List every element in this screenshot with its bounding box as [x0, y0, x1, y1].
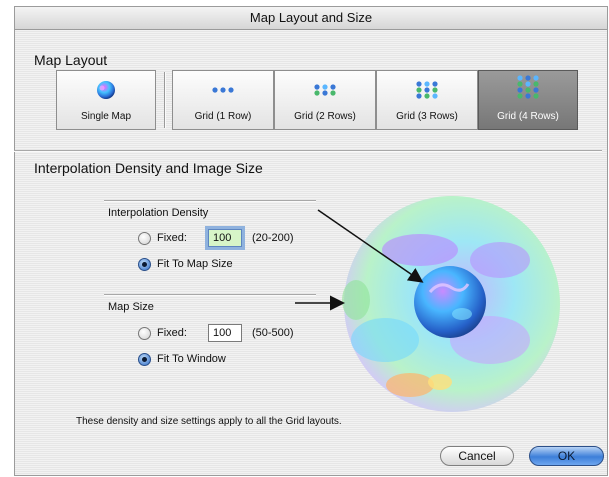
cancel-button[interactable]: Cancel [440, 446, 514, 466]
density-fixed-label: Fixed: [157, 232, 187, 244]
map-layout-title: Map Layout [34, 52, 108, 68]
window-title: Map Layout and Size [15, 7, 607, 30]
grid-4-rows-button[interactable]: Grid (4 Rows) [478, 70, 578, 130]
density-fixed-radio[interactable] [138, 232, 151, 245]
size-range-label: (50-500) [252, 327, 294, 339]
small-map-sphere [414, 266, 486, 338]
grid-2-rows-button[interactable]: Grid (2 Rows) [274, 70, 376, 130]
layout-divider [164, 72, 166, 128]
section-separator [14, 150, 602, 152]
size-fixed-radio[interactable] [138, 327, 151, 340]
grid-1-row-label: Grid (1 Row) [194, 111, 252, 122]
grid-1-row-icon [173, 79, 273, 101]
ok-button[interactable]: OK [529, 446, 604, 466]
grid-3-rows-button[interactable]: Grid (3 Rows) [376, 70, 478, 130]
size-fixed-input[interactable] [208, 324, 242, 342]
map-size-title: Map Size [108, 301, 154, 313]
density-fit-radio[interactable] [138, 258, 151, 271]
map-preview-illustration [295, 196, 560, 412]
grid-2-rows-icon [275, 79, 375, 101]
grid-3-rows-label: Grid (3 Rows) [396, 111, 458, 122]
single-map-icon [57, 79, 155, 101]
footer-note: These density and size settings apply to… [76, 416, 342, 427]
density-fixed-input[interactable] [208, 229, 242, 247]
interpolation-section-title: Interpolation Density and Image Size [34, 160, 263, 176]
grid-2-rows-label: Grid (2 Rows) [294, 111, 356, 122]
grid-4-rows-icon [479, 75, 577, 99]
interpolation-density-title: Interpolation Density [108, 207, 209, 219]
density-range-label: (20-200) [252, 232, 294, 244]
size-fit-label: Fit To Window [157, 353, 226, 365]
single-map-button[interactable]: Single Map [56, 70, 156, 130]
size-fixed-label: Fixed: [157, 327, 187, 339]
single-map-label: Single Map [80, 111, 132, 122]
grid-4-rows-label: Grid (4 Rows) [497, 111, 559, 122]
density-fit-label: Fit To Map Size [157, 258, 233, 270]
interpolation-density-group-line [104, 200, 316, 202]
map-size-group-line [104, 294, 316, 296]
grid-1-row-button[interactable]: Grid (1 Row) [172, 70, 274, 130]
grid-3-rows-icon [377, 79, 477, 101]
size-fit-radio[interactable] [138, 353, 151, 366]
